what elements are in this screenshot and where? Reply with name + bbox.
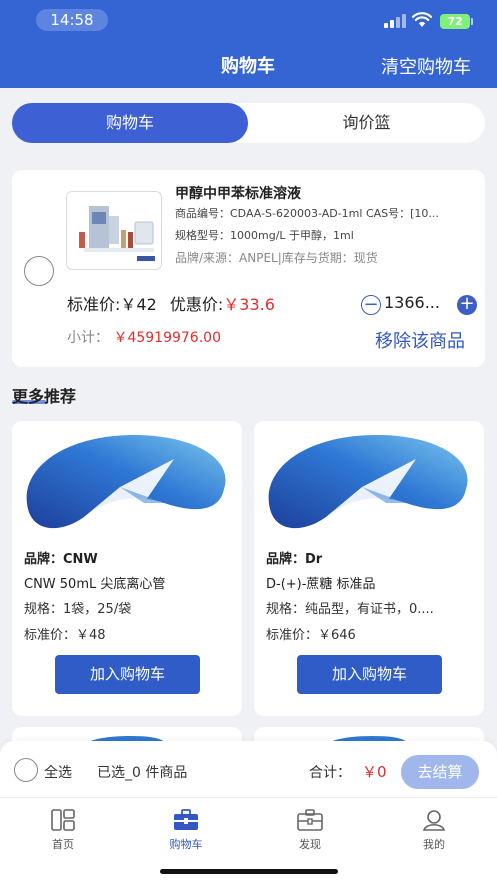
subtotal: 小计： ￥45919976.00 xyxy=(67,327,221,347)
tab-inquiry-basket[interactable]: 询价篮 xyxy=(248,103,485,143)
tab-discover[interactable]: 发现 xyxy=(280,808,340,852)
status-bar: 14:58 72 xyxy=(0,0,497,40)
tab-profile-label: 我的 xyxy=(423,838,445,851)
select-all-label[interactable]: 全选 xyxy=(44,762,72,782)
product-code: 商品编号：CDAA-S-620003-AD-1ml CAS号：[10... xyxy=(175,207,439,220)
subtotal-value: ￥45919976.00 xyxy=(113,330,221,346)
select-all-radio[interactable] xyxy=(14,758,38,782)
rec-spec: 规格：1袋，25/袋 xyxy=(24,602,132,617)
add-to-cart-button[interactable]: 加入购物车 xyxy=(55,655,200,694)
recommend-card[interactable]: 品牌：Dr D-(+)-蔗糖 标准品 规格：纯品型，有证书，0.... 标准价：… xyxy=(254,421,484,716)
briefcase-icon xyxy=(174,809,198,830)
tab-cart[interactable]: 购物车 xyxy=(156,808,216,852)
status-time: 14:58 xyxy=(36,9,108,31)
cellular-signal-icon xyxy=(384,14,406,28)
user-icon xyxy=(422,810,446,831)
subtotal-label: 小计： xyxy=(67,330,109,346)
recommend-section-title: 更多推荐 xyxy=(12,387,77,406)
checkout-bar: 全选 已选_0 件商品 合计： ￥0 去结算 xyxy=(0,741,497,797)
product-thumbnail[interactable] xyxy=(66,191,162,270)
discount-price-value: ￥33.6 xyxy=(223,295,275,314)
item-select-radio[interactable] xyxy=(24,256,54,286)
product-placeholder-logo xyxy=(26,435,226,529)
add-to-cart-button[interactable]: 加入购物车 xyxy=(297,655,442,694)
tab-cart-label: 购物车 xyxy=(169,838,203,851)
rec-brand: 品牌：Dr xyxy=(266,552,323,567)
tab-cart[interactable]: 购物车 xyxy=(12,103,248,143)
checkout-button[interactable]: 去结算 xyxy=(401,755,479,789)
product-placeholder-logo xyxy=(268,435,468,529)
quantity-decrease-button[interactable]: − xyxy=(361,295,381,315)
remove-item-button[interactable]: 移除该商品 xyxy=(375,327,465,353)
tab-profile[interactable]: 我的 xyxy=(404,808,464,852)
segment-control: 购物车 询价篮 xyxy=(12,103,485,143)
wifi-icon xyxy=(412,12,432,27)
product-title[interactable]: 甲醇中甲苯标准溶液 xyxy=(175,183,301,203)
total-amount: ￥0 xyxy=(362,763,387,781)
home-grid-icon xyxy=(51,809,75,831)
rec-name: D-(+)-蔗糖 标准品 xyxy=(266,577,376,592)
rec-price: 标准价：￥646 xyxy=(266,628,356,643)
clear-cart-button[interactable]: 清空购物车 xyxy=(381,53,471,79)
tab-home[interactable]: 首页 xyxy=(33,808,93,852)
rec-spec: 规格：纯品型，有证书，0.... xyxy=(266,602,434,617)
home-indicator xyxy=(160,869,338,874)
recommend-card[interactable]: 品牌：CNW CNW 50mL 尖底离心管 规格：1袋，25/袋 标准价：￥48… xyxy=(12,421,242,716)
briefcase-outline-icon xyxy=(297,809,323,831)
app-header: 14:58 72 购物车 清空购物车 xyxy=(0,0,497,88)
battery-tip xyxy=(471,18,473,25)
product-spec: 规格型号：1000mg/L 于甲醇，1ml xyxy=(175,229,354,242)
rec-brand: 品牌：CNW xyxy=(24,552,98,567)
quantity-increase-button[interactable]: + xyxy=(457,295,477,315)
standard-price: 标准价:￥42 xyxy=(67,295,157,314)
selected-count: 已选_0 件商品 xyxy=(97,765,188,781)
rec-price: 标准价：￥48 xyxy=(24,628,106,643)
cart-item-card: 甲醇中甲苯标准溶液 商品编号：CDAA-S-620003-AD-1ml CAS号… xyxy=(12,170,485,367)
quantity-value[interactable]: 1366... xyxy=(384,293,440,312)
tab-discover-label: 发现 xyxy=(299,838,321,851)
discount-price-label: 优惠价: xyxy=(169,295,224,314)
price-row: 标准价:￥42 优惠价:￥33.6 xyxy=(67,291,275,315)
total-label: 合计： xyxy=(309,765,351,781)
tab-home-label: 首页 xyxy=(52,838,74,851)
battery-icon: 72 xyxy=(440,14,470,29)
product-brand: 品牌/来源：ANPEL|库存与货期：现货 xyxy=(175,251,378,265)
page-title: 购物车 xyxy=(221,56,275,77)
rec-name: CNW 50mL 尖底离心管 xyxy=(24,577,166,592)
